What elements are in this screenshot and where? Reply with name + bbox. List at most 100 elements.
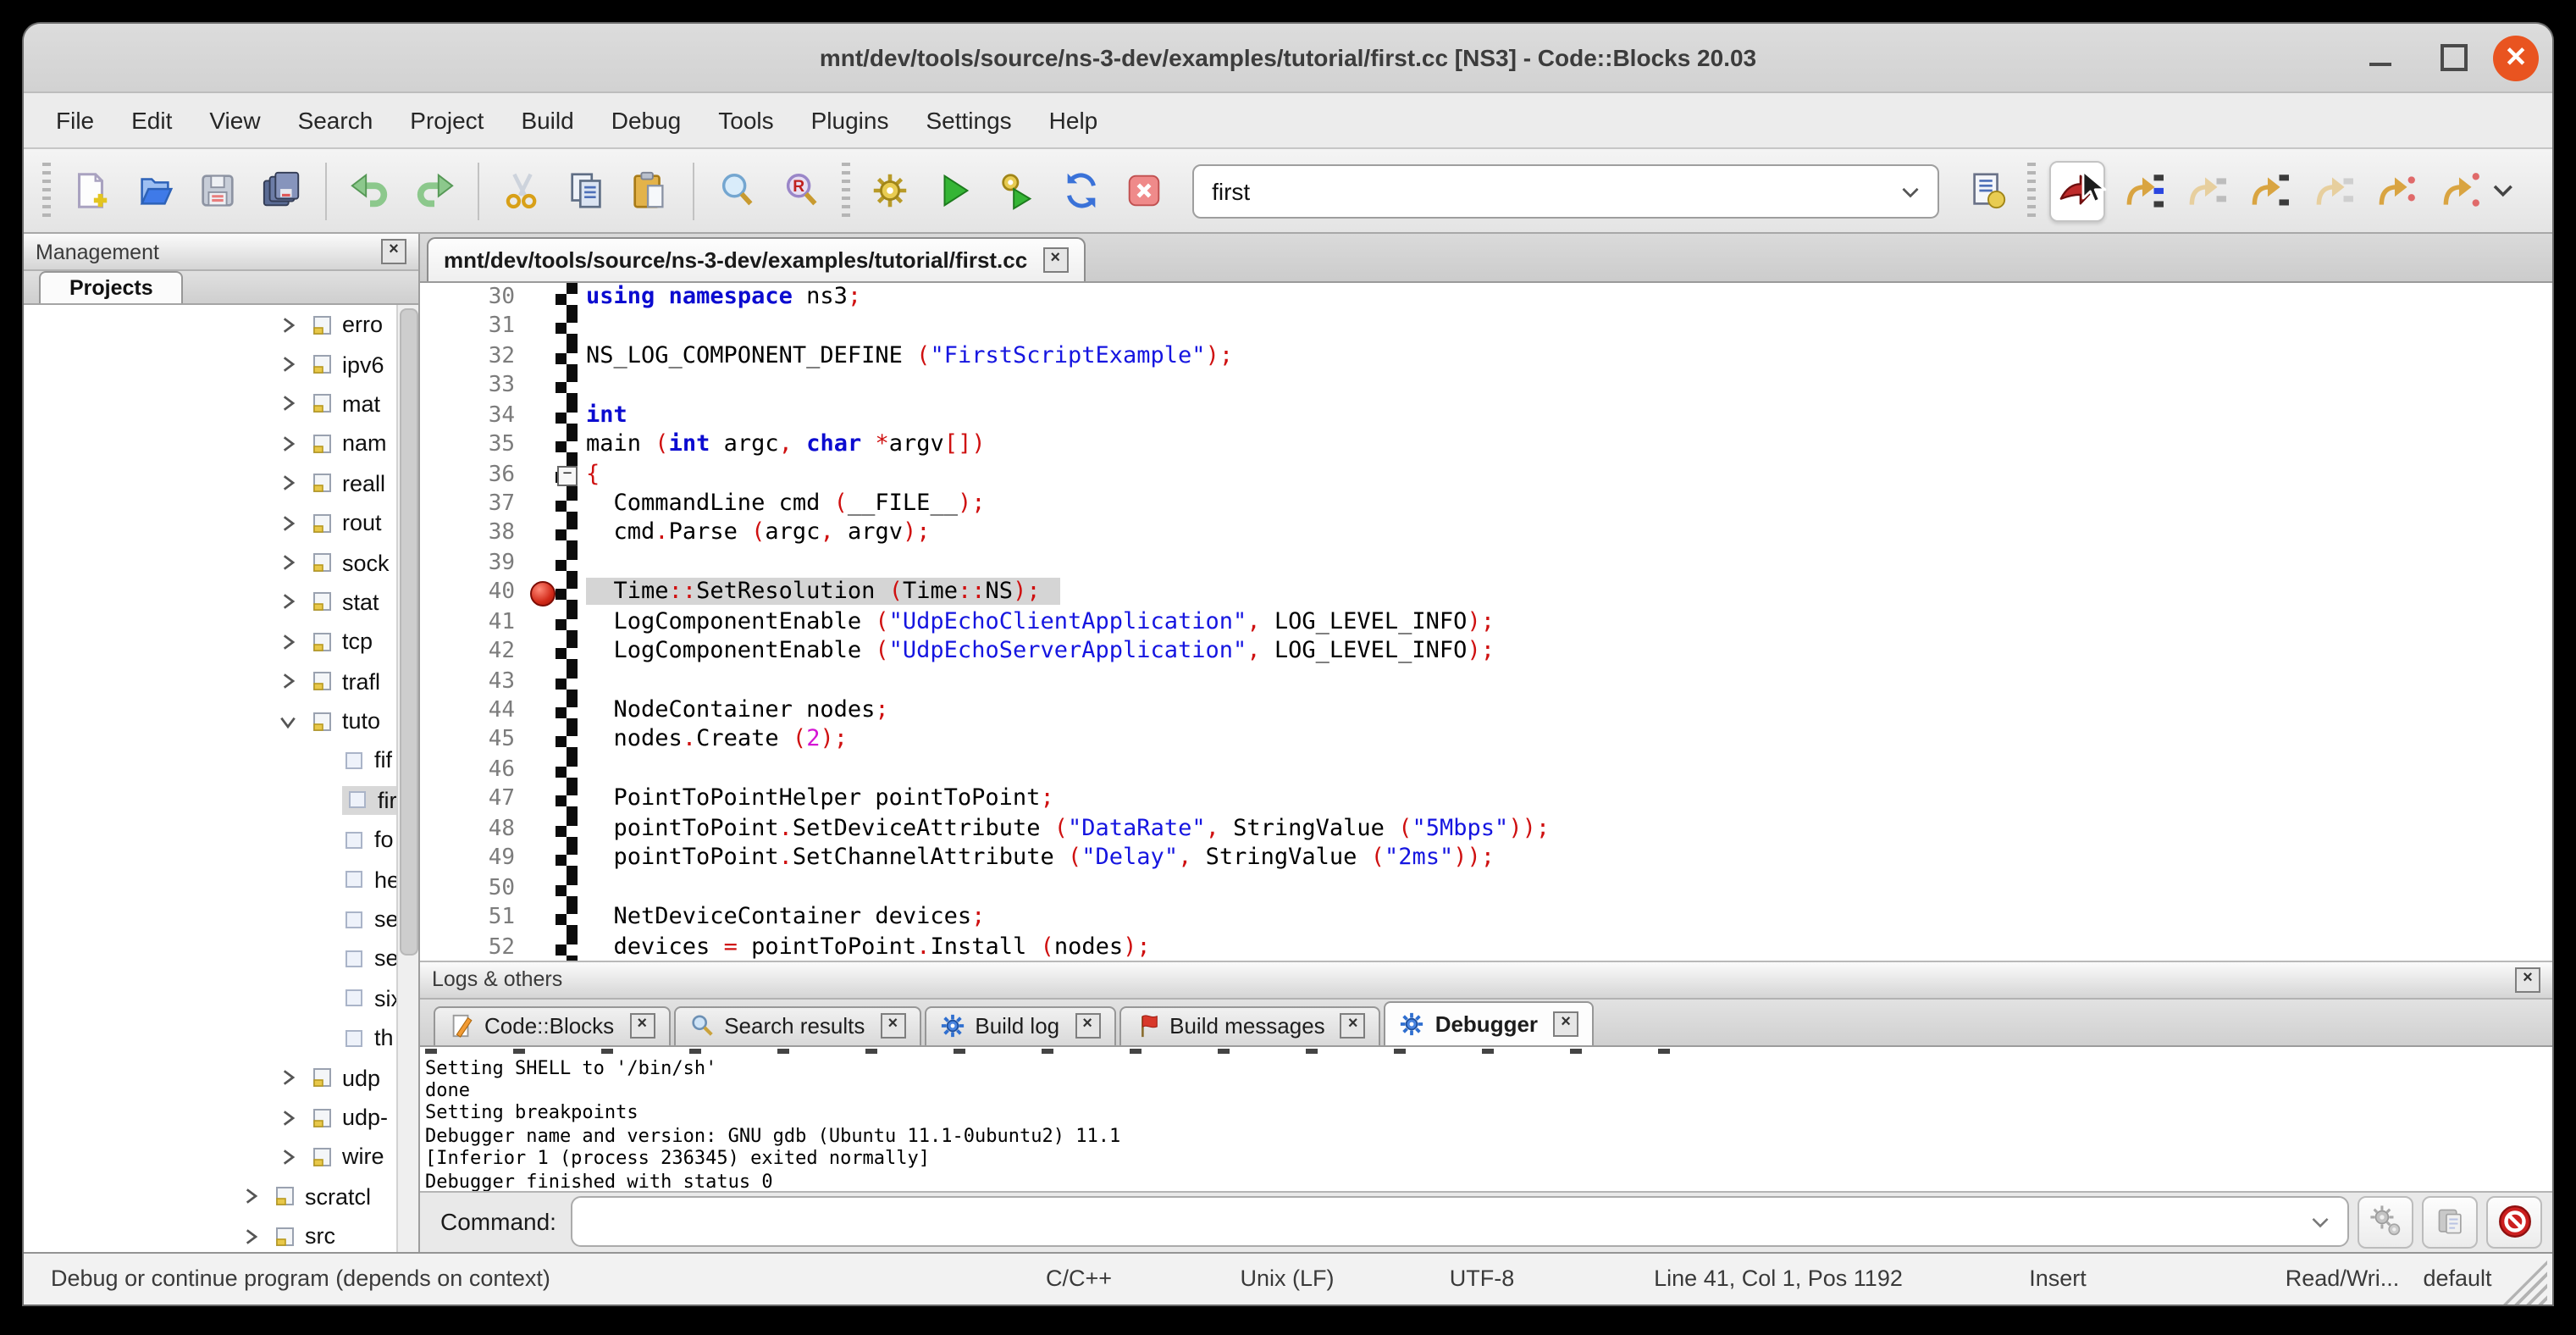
line-number[interactable]: 30 xyxy=(420,283,528,313)
menu-project[interactable]: Project xyxy=(391,93,502,147)
chevron-right-icon[interactable] xyxy=(278,394,298,414)
log-tab-search-results[interactable]: Search results× xyxy=(673,1005,920,1044)
line-number[interactable]: 48 xyxy=(420,815,528,845)
open-file-button[interactable] xyxy=(128,162,181,219)
line-number[interactable]: 49 xyxy=(420,844,528,873)
toolbar-overflow-chevron-icon[interactable] xyxy=(2491,179,2515,202)
breakpoint-margin[interactable] xyxy=(528,371,556,401)
rebuild-button[interactable] xyxy=(1054,162,1108,219)
chevron-right-icon[interactable] xyxy=(278,1107,298,1127)
breakpoint-margin[interactable] xyxy=(528,490,556,519)
tab-projects[interactable]: Projects xyxy=(39,271,184,303)
tree-item-tcp[interactable]: tcp xyxy=(24,622,418,662)
fold-margin[interactable] xyxy=(556,903,578,933)
toolbar-grip[interactable] xyxy=(42,162,51,219)
fold-margin[interactable] xyxy=(556,549,578,579)
next-line-button[interactable] xyxy=(2180,162,2233,219)
tree-item-reall[interactable]: reall xyxy=(24,463,418,503)
line-number[interactable]: 40 xyxy=(420,579,528,608)
line-number[interactable]: 51 xyxy=(420,903,528,933)
fold-margin[interactable] xyxy=(556,844,578,873)
tree-scrollbar[interactable] xyxy=(396,305,418,1252)
tree-scrollbar-thumb[interactable] xyxy=(400,308,418,956)
log-tab-close-icon[interactable]: × xyxy=(629,1013,655,1039)
line-number[interactable]: 33 xyxy=(420,371,528,401)
debugging-windows-button[interactable] xyxy=(2358,1196,2413,1249)
toolbar-grip[interactable] xyxy=(842,162,850,219)
tree-item-trafl[interactable]: trafl xyxy=(24,662,418,701)
breakpoint-margin[interactable] xyxy=(528,903,556,933)
breakpoint-margin[interactable] xyxy=(528,637,556,667)
debug-info-button[interactable] xyxy=(2422,1196,2478,1249)
tree-item-th[interactable]: th xyxy=(24,1018,418,1058)
menu-plugins[interactable]: Plugins xyxy=(793,93,908,147)
tree-item-erro[interactable]: erro xyxy=(24,305,418,345)
menu-view[interactable]: View xyxy=(191,93,279,147)
tree-item-sock[interactable]: sock xyxy=(24,543,418,583)
fold-margin[interactable] xyxy=(556,637,578,667)
management-close-icon[interactable]: × xyxy=(381,239,406,264)
line-number[interactable]: 50 xyxy=(420,873,528,903)
breakpoint-margin[interactable] xyxy=(528,756,556,785)
build-target-combo[interactable]: first xyxy=(1191,163,1940,218)
log-tab-debugger[interactable]: Debugger× xyxy=(1385,1000,1594,1044)
tree-item-fif[interactable]: fif xyxy=(24,741,418,781)
chevron-right-icon[interactable] xyxy=(278,671,298,691)
stop-debugger-button[interactable] xyxy=(2486,1196,2542,1249)
fold-margin[interactable] xyxy=(556,933,578,960)
fold-margin[interactable] xyxy=(556,579,578,608)
log-tab-close-icon[interactable]: × xyxy=(1341,1013,1366,1039)
breakpoint-margin[interactable] xyxy=(528,430,556,460)
line-number[interactable]: 36 xyxy=(420,460,528,490)
tree-item-udp[interactable]: udp xyxy=(24,1058,418,1098)
fold-margin[interactable] xyxy=(556,815,578,845)
fold-margin[interactable] xyxy=(556,667,578,696)
breakpoint-margin[interactable] xyxy=(528,519,556,549)
fold-margin[interactable] xyxy=(556,726,578,756)
log-tab-close-icon[interactable]: × xyxy=(880,1013,905,1039)
chevron-right-icon[interactable] xyxy=(240,1226,261,1246)
line-number[interactable]: 41 xyxy=(420,607,528,637)
fold-margin[interactable] xyxy=(556,696,578,726)
step-out-button[interactable] xyxy=(2306,162,2359,219)
line-number[interactable]: 37 xyxy=(420,490,528,519)
fold-margin[interactable]: − xyxy=(556,460,578,490)
code-editor[interactable]: 30using namespace ns3;3132NS_LOG_COMPONE… xyxy=(420,283,2552,960)
title-bar[interactable]: mnt/dev/tools/source/ns-3-dev/examples/t… xyxy=(24,24,2552,93)
line-number[interactable]: 46 xyxy=(420,756,528,785)
minimize-button[interactable] xyxy=(2369,24,2403,91)
log-tab-build-messages[interactable]: Build messages× xyxy=(1119,1005,1381,1044)
menu-edit[interactable]: Edit xyxy=(113,93,191,147)
fold-margin[interactable] xyxy=(556,401,578,430)
logs-close-icon[interactable]: × xyxy=(2515,967,2540,992)
breakpoint-margin[interactable] xyxy=(528,726,556,756)
step-into-instruction-button[interactable] xyxy=(2433,162,2486,219)
fold-margin[interactable] xyxy=(556,371,578,401)
menu-build[interactable]: Build xyxy=(502,93,592,147)
copy-button[interactable] xyxy=(560,162,613,219)
run-button[interactable] xyxy=(927,162,981,219)
debugger-log[interactable]: Setting SHELL to '/bin/sh'doneSetting br… xyxy=(420,1046,2552,1192)
chevron-right-icon[interactable] xyxy=(278,1067,298,1088)
fold-margin[interactable] xyxy=(556,756,578,785)
breakpoint-margin[interactable] xyxy=(528,873,556,903)
new-file-button[interactable] xyxy=(64,162,118,219)
breakpoint-margin[interactable] xyxy=(528,401,556,430)
fold-margin[interactable] xyxy=(556,873,578,903)
log-tab-code-blocks[interactable]: Code::Blocks× xyxy=(434,1005,670,1044)
tree-item-se[interactable]: se xyxy=(24,939,418,979)
next-instruction-button[interactable] xyxy=(2369,162,2423,219)
breakpoint-margin[interactable] xyxy=(528,342,556,372)
menu-debug[interactable]: Debug xyxy=(593,93,700,147)
save-all-button[interactable] xyxy=(255,162,308,219)
projects-tree[interactable]: erroipv6matnamreallroutsockstattcptraflt… xyxy=(24,305,418,1252)
line-number[interactable]: 38 xyxy=(420,519,528,549)
line-number[interactable]: 32 xyxy=(420,342,528,372)
tab-first-cc[interactable]: mnt/dev/tools/source/ns-3-dev/examples/t… xyxy=(427,237,1085,281)
chevron-right-icon[interactable] xyxy=(278,592,298,612)
line-number[interactable]: 39 xyxy=(420,549,528,579)
chevron-right-icon[interactable] xyxy=(278,512,298,533)
breakpoint-margin[interactable] xyxy=(528,549,556,579)
chevron-right-icon[interactable] xyxy=(278,354,298,374)
breakpoint-margin[interactable] xyxy=(528,785,556,815)
